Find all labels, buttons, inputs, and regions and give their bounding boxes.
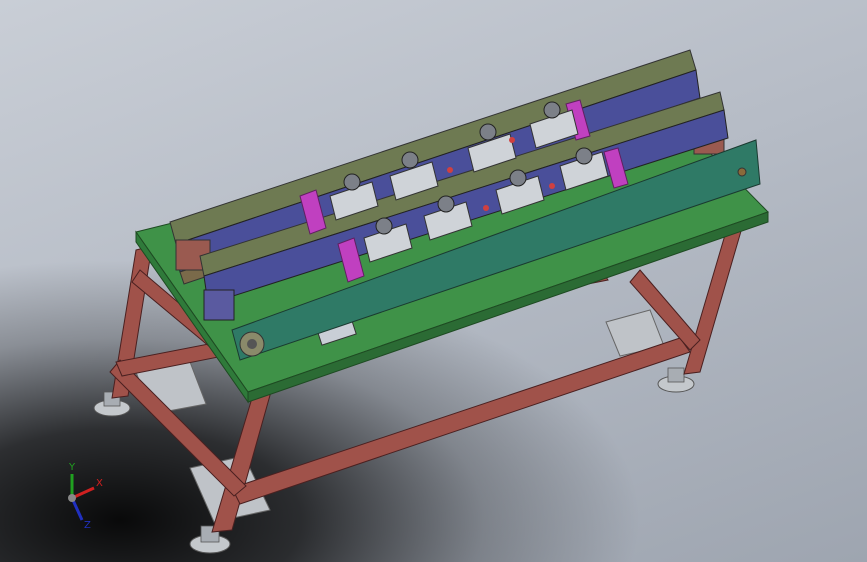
x-axis-label: X [96,478,103,489]
y-axis-label: Y [68,462,76,473]
coordinate-triad: Y X Z [68,462,103,531]
z-axis-label: Z [84,520,91,531]
cad-viewport[interactable]: Y X Z [0,0,867,562]
conveyor-assembly-model[interactable]: Y X Z [0,0,867,562]
